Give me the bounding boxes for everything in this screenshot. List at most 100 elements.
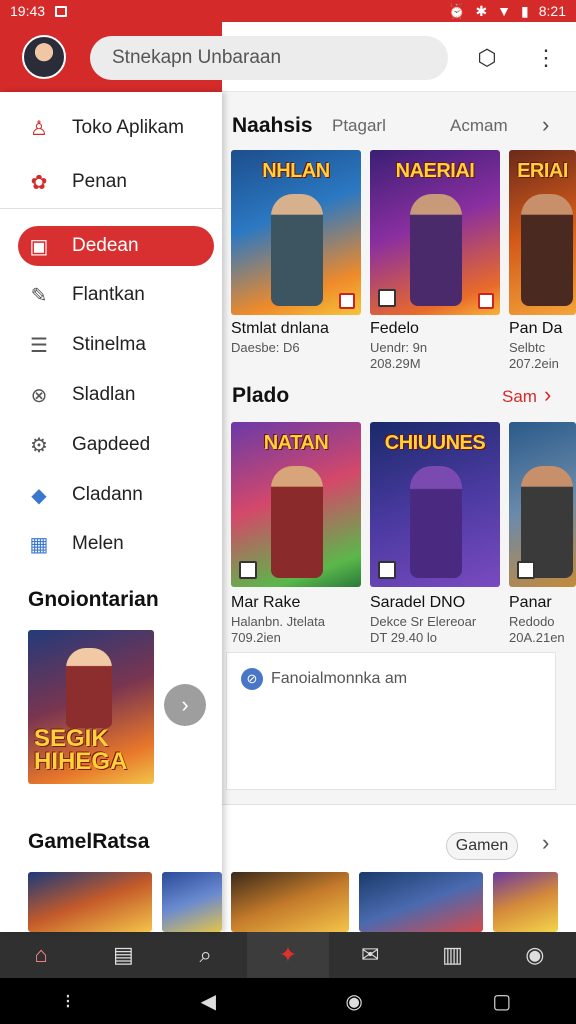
drawer-item-sladlan[interactable]: ⊗ Sladlan: [18, 375, 214, 415]
search-input[interactable]: Stnekapn Unbaraan: [90, 36, 448, 80]
age-rating-icon: [478, 293, 494, 309]
status-time: 19:43: [10, 3, 46, 19]
status-bar: 19:43 ⏰ ✱ ▼ ▮ 8:21: [0, 0, 576, 22]
card-image-title: NHLAN: [262, 160, 330, 182]
card-meta: 709.2ien: [231, 630, 281, 645]
promo-text: SEGIK HIHEGA: [34, 725, 128, 776]
search-placeholder: Stnekapn Unbaraan: [112, 47, 282, 68]
app-root: 19:43 ⏰ ✱ ▼ ▮ 8:21 Stnekapn Unbaraan ⬡ ⋮…: [0, 0, 576, 1024]
flower-icon: ✿: [30, 171, 48, 194]
drawer-item-flantkan[interactable]: ✎ Flantkan: [18, 275, 214, 315]
rating-icon: [378, 561, 396, 579]
bottom-navigation: ⌂ ▤ ⌕ ✦ ✉ ▥ ◉: [0, 932, 576, 978]
games-icon[interactable]: ✦: [246, 932, 330, 978]
drawer-item-label: Sladlan: [72, 384, 136, 405]
alarm-icon: ⏰: [448, 2, 466, 19]
list-icon: ☰: [30, 334, 48, 357]
promo-banner[interactable]: SEGIK HIHEGA: [28, 630, 154, 784]
drawer-item-label: Stinelma: [72, 334, 146, 355]
menu-dots-icon[interactable]: ⁝: [65, 989, 71, 1014]
see-all-link[interactable]: Sam: [502, 387, 537, 407]
card-meta: Selbtc: [509, 340, 546, 355]
store-icon[interactable]: ▥: [411, 932, 493, 978]
game-card[interactable]: ERIAI: [509, 150, 576, 315]
card-image-title: NAERIAI: [395, 160, 475, 182]
tab-1[interactable]: Ptagarl: [332, 116, 386, 136]
card-meta: Uendr: 9n: [370, 340, 428, 355]
rating-icon: [339, 293, 355, 309]
search-icon[interactable]: ⌕: [165, 932, 247, 978]
card-icon: ▣: [29, 235, 49, 258]
info-card[interactable]: ⊘ Fanoialmonnka am: [226, 652, 556, 790]
profile-icon[interactable]: ◉: [494, 932, 576, 978]
divider: [0, 208, 222, 209]
notifications-icon[interactable]: ⬡: [473, 44, 501, 72]
info-text: Fanoialmonnka am: [271, 670, 408, 687]
card-artwork: [271, 194, 323, 306]
drawer-item-dedean[interactable]: ▣ Dedean: [18, 226, 214, 266]
bag-icon: ♙: [30, 117, 48, 140]
system-navigation: ⁝ ◀ ◉ ▢: [0, 978, 576, 1024]
promo-heading: Gnoiontarian: [28, 588, 159, 611]
game-thumbnail[interactable]: [231, 872, 349, 932]
recents-icon[interactable]: ▢: [492, 989, 511, 1014]
chevron-right-icon[interactable]: ›: [542, 112, 549, 138]
drawer-item-stinelma[interactable]: ☰ Stinelma: [18, 325, 214, 365]
calendar-icon: ▦: [29, 533, 49, 556]
drawer-item-label: Toko Aplikam: [72, 117, 184, 138]
card-meta: Dekce Sr Elereoar: [370, 614, 477, 629]
card-meta: 20A.21en: [509, 630, 565, 645]
card-meta: Daesbe: D6: [231, 340, 300, 355]
drawer-item-label: Gapdeed: [72, 434, 151, 455]
next-arrow-button[interactable]: ›: [164, 684, 206, 726]
card-meta: 207.2ein: [509, 356, 559, 371]
drawer-item-cladann[interactable]: ◆ Cladann: [18, 475, 214, 515]
library-icon[interactable]: ▤: [82, 932, 164, 978]
game-card[interactable]: NAERIAI: [370, 150, 500, 315]
home-button-icon[interactable]: ◉: [345, 989, 362, 1014]
chevron-right-icon[interactable]: ›: [544, 382, 551, 408]
card-image-title: NATAN: [263, 432, 329, 454]
shield-icon: ⊗: [30, 384, 48, 407]
more-options-icon[interactable]: ⋮: [532, 44, 560, 72]
games-heading: GamelRatsa: [28, 830, 150, 853]
promo-artwork: [66, 648, 112, 728]
games-filter-button[interactable]: Gamen: [446, 832, 518, 860]
chevron-right-icon[interactable]: ›: [542, 830, 549, 856]
tab-2[interactable]: Acmam: [450, 116, 508, 136]
back-icon[interactable]: ◀: [201, 989, 216, 1014]
main-content: Naahsis Ptagarl Acmam › NHLAN NAERIAI ER…: [222, 92, 576, 932]
card-name: Mar Rake: [231, 594, 301, 611]
drawer-item-label: Dedean: [72, 235, 139, 256]
game-card[interactable]: NATAN: [231, 422, 361, 587]
game-thumbnail[interactable]: [28, 872, 152, 932]
games-filter-label: Gamen: [455, 837, 509, 854]
avatar[interactable]: [22, 35, 66, 79]
game-card[interactable]: NHLAN: [231, 150, 361, 315]
drawer-item-toko-aplikam[interactable]: ♙ Toko Aplikam: [18, 108, 214, 148]
drawer-item-label: Cladann: [72, 484, 143, 505]
battery-time: 8:21: [538, 3, 566, 19]
card-artwork: [410, 194, 462, 306]
card-name: Fedelo: [370, 320, 419, 337]
drawer-item-penan[interactable]: ✿ Penan: [18, 162, 214, 202]
drawer-item-gapdeed[interactable]: ⚙ Gapdeed: [18, 425, 214, 465]
home-icon[interactable]: ⌂: [0, 932, 82, 978]
card-artwork: [521, 194, 573, 306]
wrench-icon: ⚙: [30, 434, 48, 457]
drawer-item-label: Penan: [72, 171, 127, 192]
game-thumbnail[interactable]: [162, 872, 222, 932]
image-notification-icon: [55, 5, 68, 17]
badge-icon: ◆: [31, 484, 47, 507]
rating-icon: [378, 289, 396, 307]
game-card[interactable]: [509, 422, 576, 587]
wifi-icon: ▼: [497, 3, 512, 19]
top-bar: Stnekapn Unbaraan ⬡ ⋮: [0, 22, 576, 92]
game-card[interactable]: CHIUUNES: [370, 422, 500, 587]
card-name: Panar: [509, 594, 552, 611]
drawer-item-melen[interactable]: ▦ Melen: [18, 524, 214, 564]
card-image-title: ERIAI: [517, 160, 568, 182]
game-thumbnail[interactable]: [493, 872, 558, 932]
game-thumbnail[interactable]: [359, 872, 483, 932]
inbox-icon[interactable]: ✉: [329, 932, 411, 978]
